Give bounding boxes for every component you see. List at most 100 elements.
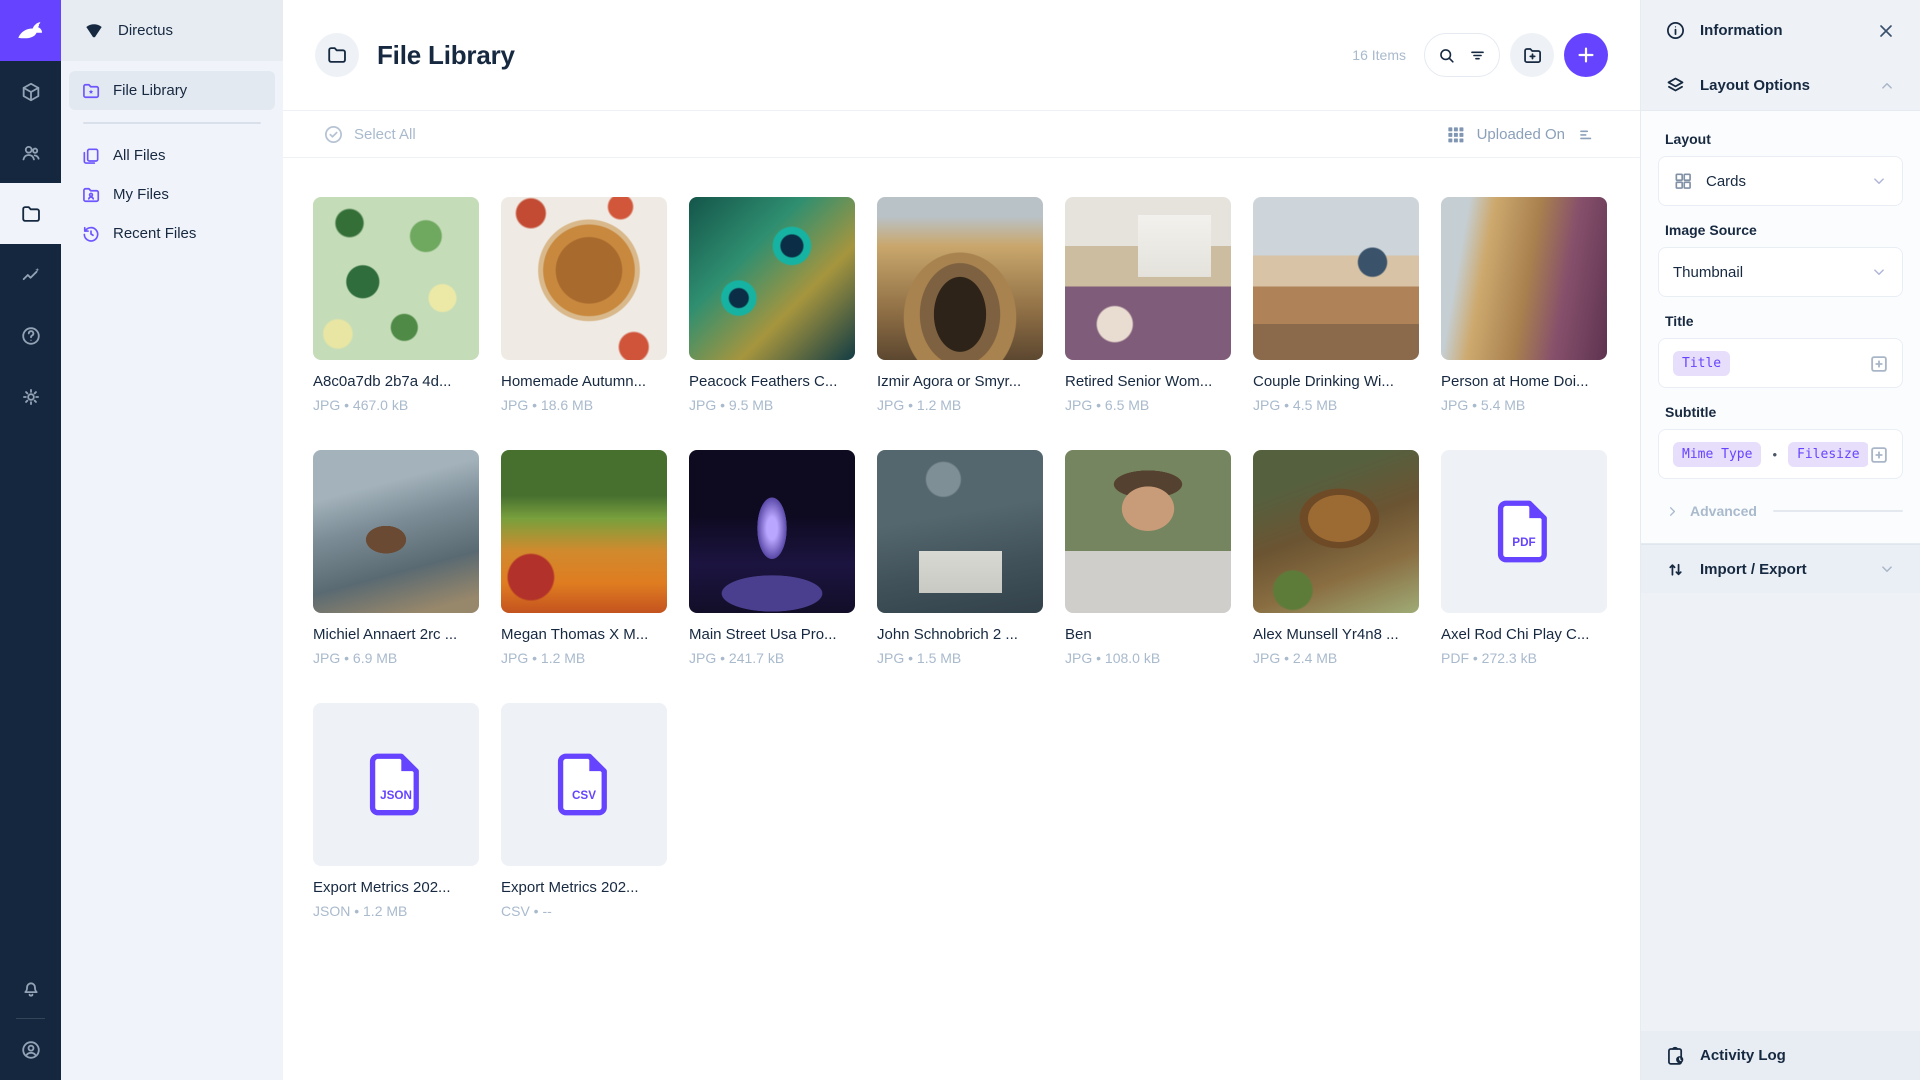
nav-item-my-files[interactable]: My Files <box>69 175 275 214</box>
module-users[interactable] <box>0 122 61 183</box>
file-card[interactable]: John Schnobrich 2 ... JPG • 1.5 MB <box>877 450 1043 666</box>
import-export-accordion[interactable]: Import / Export <box>1641 544 1920 593</box>
layers-icon <box>1665 75 1686 96</box>
directus-logo[interactable] <box>0 0 61 61</box>
layout-options-accordion[interactable]: Layout Options <box>1641 61 1920 110</box>
check-circle-icon <box>323 124 344 145</box>
file-card[interactable]: CSV Export Metrics 202... CSV • -- <box>501 703 667 919</box>
file-card[interactable]: JSON Export Metrics 202... JSON • 1.2 MB <box>313 703 479 919</box>
project-switcher[interactable]: Directus <box>61 0 283 61</box>
module-content[interactable] <box>0 61 61 122</box>
file-card[interactable]: Couple Drinking Wi... JPG • 4.5 MB <box>1253 197 1419 413</box>
file-meta: JPG • 1.2 MB <box>501 650 667 666</box>
sort-descending-icon[interactable] <box>1577 125 1596 144</box>
sort-control[interactable]: Uploaded On <box>1446 125 1596 144</box>
module-insights[interactable] <box>0 244 61 305</box>
file-thumbnail[interactable] <box>501 450 667 613</box>
advanced-divider <box>1773 510 1903 512</box>
folder-special-icon <box>81 81 101 101</box>
nav-item-all-files[interactable]: All Files <box>69 136 275 175</box>
file-thumbnail[interactable] <box>877 450 1043 613</box>
file-card[interactable]: A8c0a7db 2b7a 4d... JPG • 467.0 kB <box>313 197 479 413</box>
page-icon-button[interactable] <box>315 33 359 77</box>
file-thumbnail[interactable]: CSV <box>501 703 667 866</box>
nav-item-label: File Library <box>113 82 187 99</box>
folder-plus-icon <box>1522 45 1543 66</box>
advanced-toggle[interactable]: Advanced <box>1665 503 1903 519</box>
new-folder-button[interactable] <box>1510 33 1554 77</box>
file-meta: JPG • 467.0 kB <box>313 397 479 413</box>
nav-item-recent-files[interactable]: Recent Files <box>69 214 275 253</box>
file-card[interactable]: Megan Thomas X M... JPG • 1.2 MB <box>501 450 667 666</box>
clipboard-clock-icon <box>1665 1045 1686 1066</box>
filter-icon[interactable] <box>1468 46 1487 65</box>
file-thumbnail[interactable] <box>1065 450 1231 613</box>
apps-grid-icon[interactable] <box>1446 125 1465 144</box>
nav-item-file-library[interactable]: File Library <box>69 71 275 110</box>
file-thumbnail[interactable] <box>1065 197 1231 360</box>
nav-sidebar: Directus File Library All Files My Files <box>61 0 283 1080</box>
title-template-field[interactable]: Title <box>1658 338 1903 388</box>
file-title: Retired Senior Wom... <box>1065 373 1231 390</box>
file-thumbnail[interactable] <box>1253 450 1419 613</box>
search-icon[interactable] <box>1437 46 1456 65</box>
file-thumbnail[interactable] <box>689 450 855 613</box>
module-settings[interactable] <box>0 366 61 427</box>
module-docs[interactable] <box>0 305 61 366</box>
file-meta: JPG • 241.7 kB <box>689 650 855 666</box>
file-title: Izmir Agora or Smyr... <box>877 373 1043 390</box>
history-icon <box>81 224 101 244</box>
file-card[interactable]: Alex Munsell Yr4n8 ... JPG • 2.4 MB <box>1253 450 1419 666</box>
file-card[interactable]: Homemade Autumn... JPG • 18.6 MB <box>501 197 667 413</box>
file-card[interactable]: Izmir Agora or Smyr... JPG • 1.2 MB <box>877 197 1043 413</box>
sort-by-label[interactable]: Uploaded On <box>1477 126 1565 143</box>
file-meta: PDF • 272.3 kB <box>1441 650 1607 666</box>
filesize-chip[interactable]: Filesize <box>1788 442 1869 467</box>
chevron-down-icon <box>1870 172 1888 190</box>
add-title-field-button[interactable] <box>1868 353 1890 375</box>
box-icon <box>20 81 42 103</box>
file-card[interactable]: Ben JPG • 108.0 kB <box>1065 450 1231 666</box>
file-card[interactable]: Person at Home Doi... JPG • 5.4 MB <box>1441 197 1607 413</box>
select-all-button[interactable]: Select All <box>323 124 416 145</box>
activity-log-button[interactable]: Activity Log <box>1641 1031 1920 1080</box>
file-card[interactable]: Michiel Annaert 2rc ... JPG • 6.9 MB <box>313 450 479 666</box>
layout-options-panel: Layout Cards Image Source Thumbnail Titl… <box>1641 110 1920 544</box>
file-meta: JPG • 1.2 MB <box>877 397 1043 413</box>
file-thumbnail[interactable]: JSON <box>313 703 479 866</box>
import-export-icon <box>1665 559 1686 580</box>
file-card[interactable]: Retired Senior Wom... JPG • 6.5 MB <box>1065 197 1231 413</box>
file-thumbnail[interactable] <box>1441 197 1607 360</box>
chevron-up-icon <box>1878 77 1896 95</box>
close-sidebar-button[interactable] <box>1876 21 1896 41</box>
file-thumbnail[interactable] <box>313 450 479 613</box>
file-thumbnail[interactable] <box>877 197 1043 360</box>
file-card[interactable]: Peacock Feathers C... JPG • 9.5 MB <box>689 197 855 413</box>
file-card[interactable]: Main Street Usa Pro... JPG • 241.7 kB <box>689 450 855 666</box>
module-files[interactable] <box>0 183 61 244</box>
file-meta: JPG • 18.6 MB <box>501 397 667 413</box>
file-thumbnail[interactable] <box>501 197 667 360</box>
users-icon <box>20 142 42 164</box>
search-filter-pill[interactable] <box>1424 33 1500 77</box>
title-chip[interactable]: Title <box>1673 351 1730 376</box>
gear-icon <box>20 386 42 408</box>
file-meta: CSV • -- <box>501 903 667 919</box>
file-thumbnail[interactable] <box>1253 197 1419 360</box>
add-subtitle-field-button[interactable] <box>1868 444 1890 466</box>
layout-select[interactable]: Cards <box>1658 156 1903 206</box>
folder-icon <box>326 44 348 66</box>
file-thumbnail[interactable]: PDF <box>1441 450 1607 613</box>
file-thumbnail[interactable] <box>313 197 479 360</box>
user-menu[interactable] <box>0 1019 61 1080</box>
add-file-button[interactable] <box>1564 33 1608 77</box>
file-card[interactable]: PDF Axel Rod Chi Play C... PDF • 272.3 k… <box>1441 450 1607 666</box>
file-meta: JPG • 5.4 MB <box>1441 397 1607 413</box>
plus-box-icon <box>1868 444 1890 466</box>
notifications[interactable] <box>0 957 61 1018</box>
mime-type-chip[interactable]: Mime Type <box>1673 442 1761 467</box>
subtitle-template-field[interactable]: Mime Type • Filesize <box>1658 429 1903 479</box>
plus-box-icon <box>1868 353 1890 375</box>
image-source-select[interactable]: Thumbnail <box>1658 247 1903 297</box>
file-thumbnail[interactable] <box>689 197 855 360</box>
